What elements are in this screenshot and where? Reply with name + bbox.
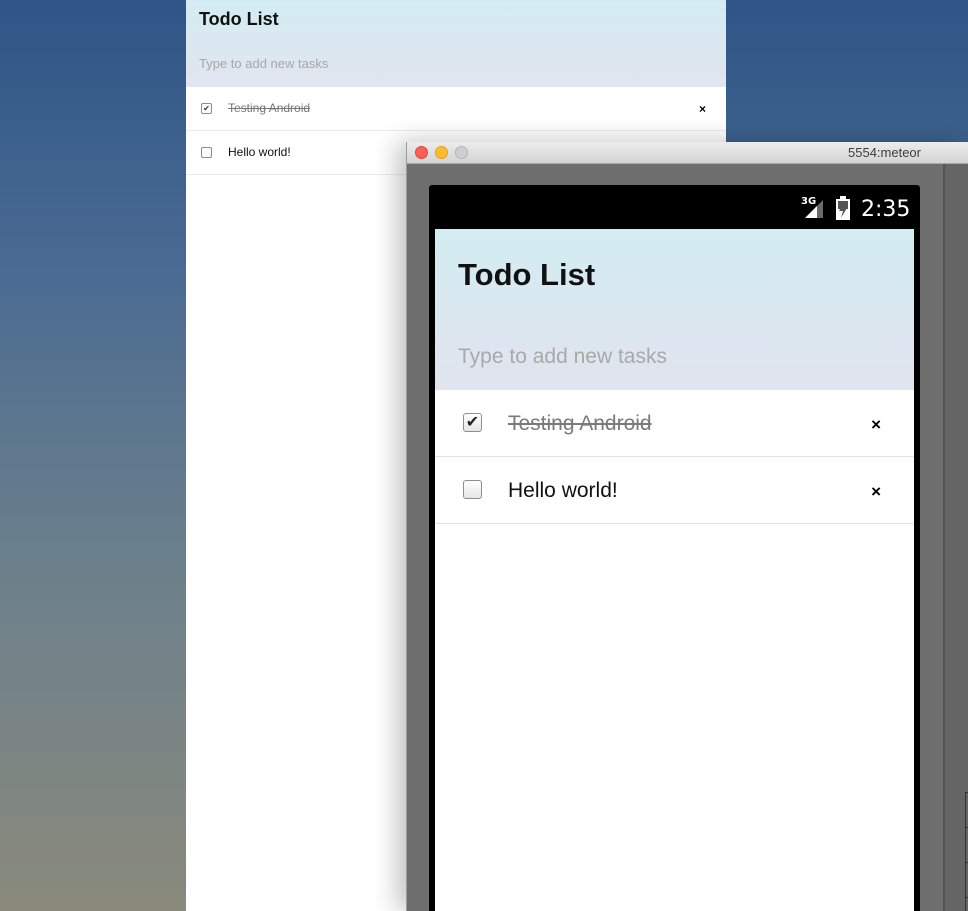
app-page-title: Todo List bbox=[458, 257, 596, 292]
window-zoom-button[interactable] bbox=[455, 146, 468, 159]
window-minimize-button[interactable] bbox=[435, 146, 448, 159]
browser-page-title: Todo List bbox=[199, 9, 279, 29]
browser-task-item: ✔ Testing Android × bbox=[186, 87, 726, 131]
android-status-bar: 3G 2:35 bbox=[429, 185, 920, 229]
app-screen: Todo List ✔ Testing Android × Hello worl… bbox=[435, 229, 914, 911]
emulator-titlebar[interactable]: 5554:meteor bbox=[407, 142, 968, 164]
window-close-button[interactable] bbox=[415, 146, 428, 159]
phone-frame: 3G 2:35 Todo List ✔ Testing Android × bbox=[429, 185, 920, 911]
app-delete-task-button[interactable]: × bbox=[871, 482, 881, 502]
app-task-item: Hello world! × bbox=[435, 457, 914, 524]
browser-task-checkbox[interactable]: ✔ bbox=[201, 103, 212, 114]
app-new-task-input[interactable] bbox=[458, 345, 878, 369]
emulator-side-panel bbox=[943, 164, 968, 911]
app-delete-task-button[interactable]: × bbox=[871, 415, 881, 435]
browser-task-text: Hello world! bbox=[228, 145, 291, 159]
emulator-window: 5554:meteor 3G 2:35 Todo List Type to ad… bbox=[406, 142, 968, 911]
app-task-item: ✔ Testing Android × bbox=[435, 390, 914, 457]
app-task-checkbox[interactable] bbox=[463, 480, 482, 499]
emulator-window-title: 5554:meteor bbox=[848, 145, 921, 160]
battery-charging-icon bbox=[836, 196, 850, 220]
app-task-text: Testing Android bbox=[508, 412, 652, 435]
app-header: Todo List bbox=[435, 229, 914, 390]
browser-task-checkbox[interactable] bbox=[201, 147, 212, 158]
browser-header: Todo List bbox=[186, 0, 726, 87]
status-bar-clock: 2:35 bbox=[861, 197, 911, 222]
app-task-text: Hello world! bbox=[508, 479, 618, 502]
browser-task-text: Testing Android bbox=[228, 101, 311, 115]
browser-delete-task-button[interactable]: × bbox=[699, 102, 706, 116]
signal-strength-icon bbox=[805, 200, 823, 218]
app-task-checkbox[interactable]: ✔ bbox=[463, 413, 482, 432]
browser-new-task-input[interactable] bbox=[199, 56, 599, 71]
